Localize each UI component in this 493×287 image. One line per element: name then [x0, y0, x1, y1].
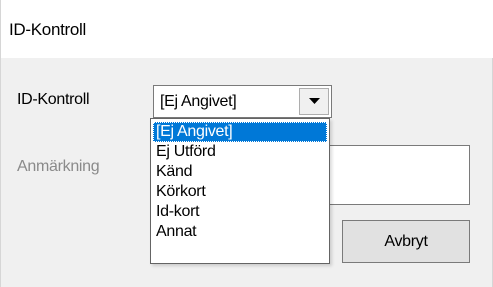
chevron-down-icon — [309, 98, 320, 104]
dropdown-option-kand[interactable]: Känd — [153, 162, 327, 182]
cancel-button[interactable]: Avbryt — [342, 220, 470, 263]
id-control-label: ID-Kontroll — [17, 91, 90, 108]
dropdown-option-korkort[interactable]: Körkort — [153, 182, 327, 202]
dropdown-list[interactable]: [Ej Angivet] Ej Utförd Känd Körkort Id-k… — [150, 118, 330, 264]
id-control-combobox[interactable]: [Ej Angivet] — [153, 85, 332, 118]
dropdown-option-annat[interactable]: Annat — [153, 222, 327, 242]
window-title: ID-Kontroll — [9, 20, 87, 39]
remark-label: Anmärkning — [17, 158, 100, 175]
combobox-value: [Ej Angivet] — [160, 93, 237, 110]
title-bar[interactable]: ID-Kontroll — [1, 0, 493, 58]
dialog-window: ID-Kontroll ID-Kontroll [Ej Angivet] Anm… — [0, 0, 493, 287]
dropdown-option-id-kort[interactable]: Id-kort — [153, 202, 327, 222]
dropdown-option-ej-utford[interactable]: Ej Utförd — [153, 142, 327, 162]
dropdown-option-ej-angivet[interactable]: [Ej Angivet] — [153, 122, 327, 142]
dropdown-button[interactable] — [299, 88, 329, 115]
